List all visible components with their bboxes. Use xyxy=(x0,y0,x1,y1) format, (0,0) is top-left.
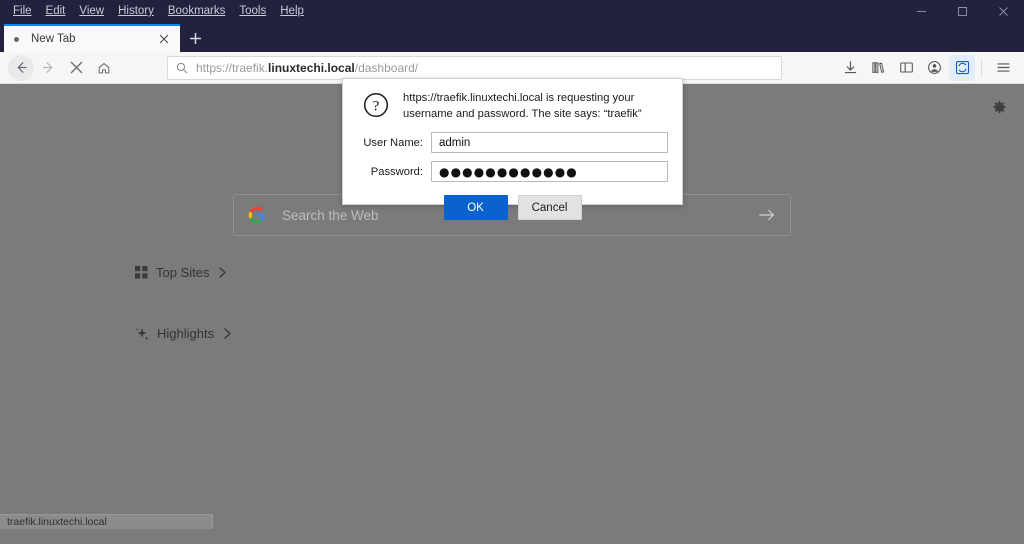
username-label: User Name: xyxy=(363,136,423,149)
hamburger-menu-icon[interactable] xyxy=(990,55,1016,81)
menu-edit[interactable]: Edit xyxy=(39,0,73,22)
stop-x-icon[interactable] xyxy=(62,55,90,81)
search-icon xyxy=(176,62,188,74)
dot-favicon xyxy=(14,36,19,42)
new-tab-button[interactable] xyxy=(180,24,210,52)
question-mark-icon: ? xyxy=(357,88,395,122)
menu-bookmarks[interactable]: Bookmarks xyxy=(161,0,233,22)
google-g-icon xyxy=(248,206,266,224)
account-icon[interactable] xyxy=(921,55,947,81)
url-domain: linuxtechi.local xyxy=(268,60,355,75)
chevron-right-icon[interactable] xyxy=(223,328,232,339)
close-icon[interactable] xyxy=(983,0,1024,22)
menu-history-label: History xyxy=(118,5,154,17)
menu-view[interactable]: View xyxy=(72,0,111,22)
sidebar-icon[interactable] xyxy=(893,55,919,81)
toolbar-separator xyxy=(981,58,982,77)
menu-bar: File Edit View History Bookmarks Tools H… xyxy=(0,0,1024,22)
cancel-button[interactable]: Cancel xyxy=(517,195,582,221)
menu-history[interactable]: History xyxy=(111,0,161,22)
url-bar[interactable]: https://traefik.linuxtechi.local/dashboa… xyxy=(167,55,782,80)
password-masked-value: ●●●●●●●●●●●● xyxy=(439,164,578,179)
password-field[interactable]: ●●●●●●●●●●●● xyxy=(431,161,668,183)
maximize-icon[interactable] xyxy=(942,0,983,22)
section-highlights[interactable]: Highlights xyxy=(135,326,232,341)
back-arrow-icon[interactable] xyxy=(8,54,34,81)
section-top-sites-label: Top Sites xyxy=(156,265,210,280)
password-row: Password: ●●●●●●●●●●●● xyxy=(343,161,682,183)
browser-window: File Edit View History Bookmarks Tools H… xyxy=(0,0,1024,544)
svg-text:?: ? xyxy=(373,99,380,115)
menu-edit-label: Edit xyxy=(45,5,66,17)
url-prefix: https://traefik. xyxy=(196,60,269,75)
section-highlights-label: Highlights xyxy=(157,326,215,341)
window-controls xyxy=(901,0,1024,22)
downloads-icon[interactable] xyxy=(837,55,863,81)
minimize-icon[interactable] xyxy=(901,0,942,22)
password-label: Password: xyxy=(370,165,423,178)
sync-pocket-icon[interactable] xyxy=(949,54,975,81)
url-suffix: /dashboard/ xyxy=(354,60,419,75)
home-icon[interactable] xyxy=(90,55,118,81)
menu-view-label: View xyxy=(79,5,105,17)
username-field[interactable]: admin xyxy=(431,132,668,154)
menu-tools[interactable]: Tools xyxy=(232,0,273,22)
ok-button[interactable]: OK xyxy=(443,195,508,221)
menu-file[interactable]: File xyxy=(6,0,39,22)
tab-title: New Tab xyxy=(31,33,76,45)
toolbar-icons xyxy=(835,54,1016,81)
url-text: https://traefik.linuxtechi.local/dashboa… xyxy=(196,61,418,75)
dialog-buttons: OK Cancel xyxy=(343,195,682,221)
menu-help[interactable]: Help xyxy=(273,0,311,22)
menu-tools-label: Tools xyxy=(239,5,267,17)
tab-strip: New Tab xyxy=(0,22,1024,52)
status-bar: traefik.linuxtechi.local xyxy=(0,514,213,529)
chevron-right-icon[interactable] xyxy=(218,267,227,278)
username-row: User Name: admin xyxy=(343,132,682,154)
sparkle-icon xyxy=(135,327,149,341)
section-top-sites[interactable]: Top Sites xyxy=(135,265,227,280)
dialog-header: ? https://traefik.linuxtechi.local is re… xyxy=(343,79,682,122)
gear-icon[interactable] xyxy=(991,99,1008,121)
status-bar-text: traefik.linuxtechi.local xyxy=(7,516,107,528)
dialog-message: https://traefik.linuxtechi.local is requ… xyxy=(403,92,642,121)
menu-bookmarks-label: Bookmarks xyxy=(167,5,226,17)
tab-new-tab[interactable]: New Tab xyxy=(4,24,180,52)
menu-help-label: Help xyxy=(280,5,304,17)
library-icon[interactable] xyxy=(865,55,891,81)
forward-arrow-icon[interactable] xyxy=(34,55,62,81)
grid-squares-icon xyxy=(135,266,148,279)
menu-file-label: File xyxy=(13,5,32,17)
close-tab-icon[interactable] xyxy=(156,31,172,47)
arrow-right-icon[interactable] xyxy=(758,206,776,224)
authentication-dialog: ? https://traefik.linuxtechi.local is re… xyxy=(342,78,683,221)
